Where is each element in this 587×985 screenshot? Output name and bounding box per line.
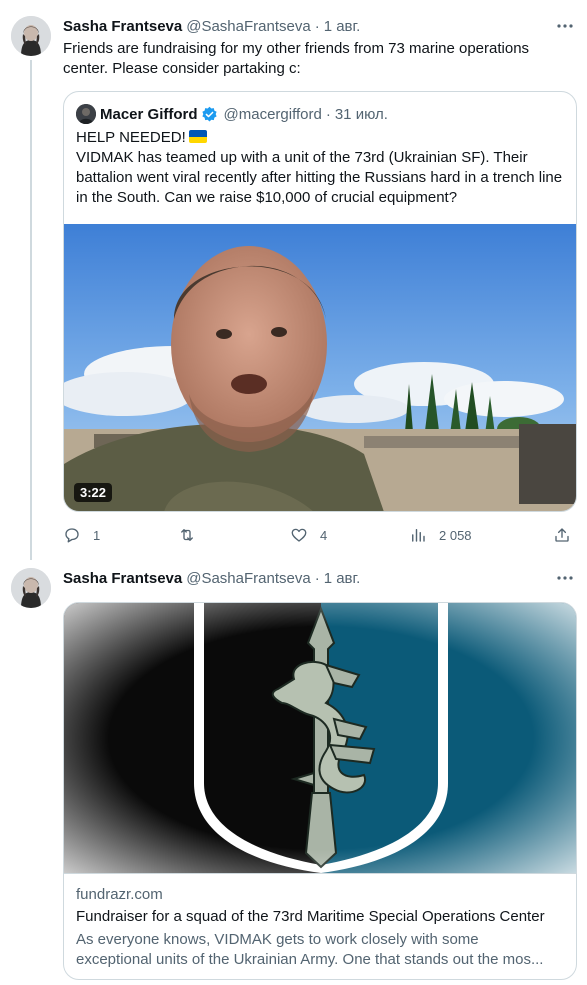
like-count: 4 [320, 527, 328, 543]
tweet-actions: 1 4 2 058 [63, 525, 575, 545]
tweet-1[interactable]: Sasha Frantseva @SashaFrantseva · 1 авг.… [0, 0, 587, 560]
reply-button[interactable]: 1 [63, 526, 100, 544]
share-button[interactable] [553, 526, 571, 544]
views-chart-icon [412, 529, 425, 542]
views-count: 2 058 [439, 527, 472, 543]
card-image-emblem [64, 603, 576, 873]
link-preview-card[interactable]: fundrazr.com Fundraiser for a squad of t… [63, 602, 577, 980]
quoted-tweet[interactable]: Macer Gifford @macergifford · 31 июл. HE… [63, 91, 577, 512]
quoted-tweet-text: HELP NEEDED! VIDMAK has teamed up with a… [76, 128, 564, 208]
tweet-header: Sasha Frantseva @SashaFrantseva · 1 авг. [63, 568, 360, 588]
card-title: Fundraiser for a squad of the 73rd Marit… [76, 908, 545, 925]
tweet-header: Sasha Frantseva @SashaFrantseva · 1 авг. [63, 16, 360, 36]
card-description: As everyone knows, VIDMAK gets to work c… [76, 930, 566, 970]
quoted-author-name: Macer Gifford [100, 105, 198, 123]
card-domain: fundrazr.com [76, 886, 163, 903]
reply-count: 1 [93, 527, 101, 543]
share-icon [555, 528, 569, 542]
author-name[interactable]: Sasha Frantseva [63, 570, 182, 587]
video-duration: 3:22 [74, 483, 113, 502]
card-body: fundrazr.com Fundraiser for a squad of t… [64, 873, 576, 979]
verified-badge-icon [201, 106, 217, 121]
ukraine-flag-icon [188, 130, 207, 143]
author-avatar[interactable] [11, 568, 51, 608]
tweet-date[interactable]: 1 авг. [324, 570, 361, 587]
like-button[interactable]: 4 [290, 526, 327, 544]
separator-dot: · [314, 569, 320, 587]
tweet-text: Friends are fundraising for my other fri… [63, 40, 530, 77]
author-handle[interactable]: @SashaFrantseva [186, 18, 310, 35]
retweet-icon [181, 529, 193, 541]
separator-dot: · [325, 105, 331, 123]
reply-icon [65, 528, 79, 543]
card-description-line: exceptional units of the Ukrainian Army.… [76, 951, 544, 968]
heart-icon [291, 528, 307, 542]
quoted-text-body: VIDMAK has teamed up with a unit of the … [76, 149, 563, 206]
author-avatar[interactable] [11, 16, 51, 56]
more-options-icon[interactable] [555, 16, 575, 36]
quoted-tweet-date: 31 июл. [334, 105, 388, 123]
separator-dot: · [314, 17, 320, 35]
quoted-text-headline: HELP NEEDED! [76, 129, 186, 146]
retweet-button[interactable] [178, 526, 208, 544]
author-name[interactable]: Sasha Frantseva [63, 18, 182, 35]
quoted-tweet-header: Macer Gifford @macergifford · 31 июл. [76, 104, 388, 124]
views-button[interactable]: 2 058 [409, 526, 472, 544]
more-options-icon[interactable] [555, 568, 575, 588]
quoted-author-handle: @macergifford [223, 105, 322, 123]
tweet-date[interactable]: 1 авг. [324, 18, 361, 35]
quoted-author-avatar [76, 104, 96, 124]
author-handle[interactable]: @SashaFrantseva [186, 570, 310, 587]
video-thumbnail [64, 224, 576, 511]
card-description-line: As everyone knows, VIDMAK gets to work c… [76, 931, 479, 948]
thread-connector-line [30, 60, 32, 560]
video-player[interactable]: 3:22 [64, 224, 576, 511]
